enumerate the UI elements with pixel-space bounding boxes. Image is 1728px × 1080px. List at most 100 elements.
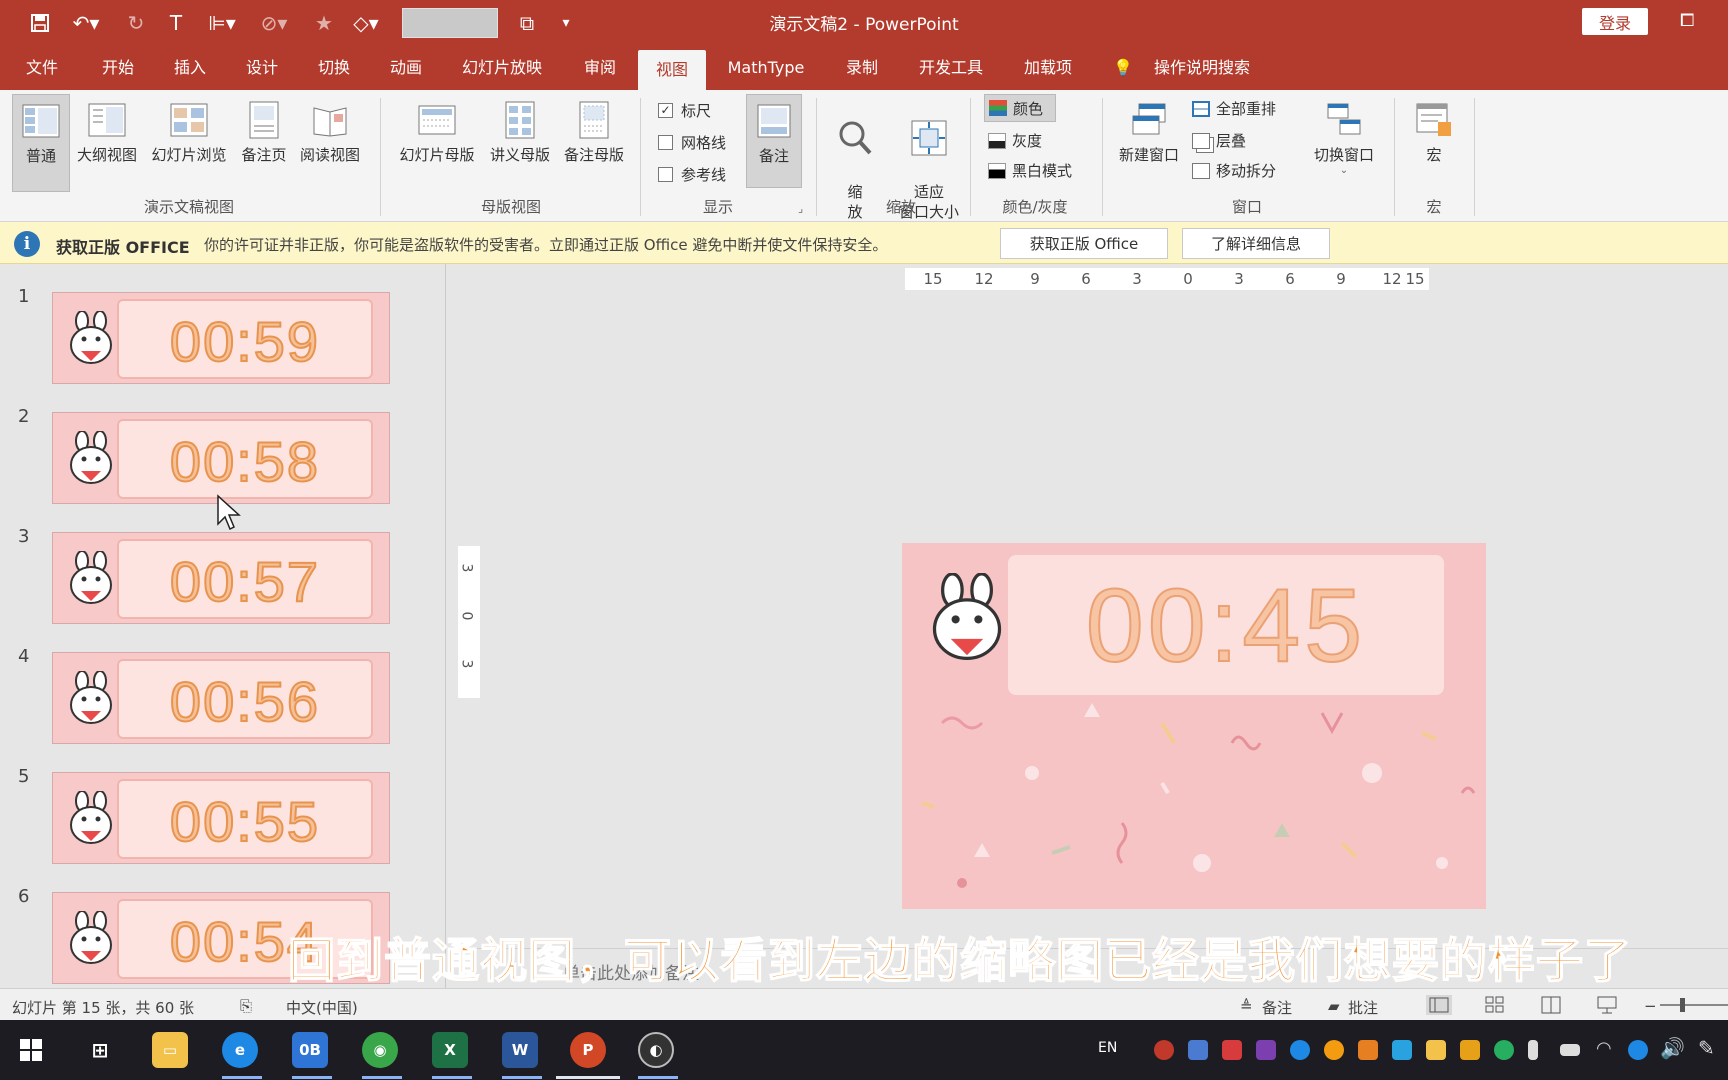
shield-tray-icon[interactable] — [1460, 1040, 1480, 1060]
outline-view-button[interactable]: 大纲视图 — [72, 94, 142, 192]
tab-view[interactable]: 视图 — [638, 50, 706, 90]
tab-mathtype[interactable]: MathType — [716, 46, 816, 90]
black-white-button[interactable]: 黑白模式 — [988, 160, 1072, 181]
cascade-button[interactable]: 层叠 — [1192, 130, 1246, 151]
zoom-out-icon[interactable]: − — [1644, 997, 1657, 1015]
zoom-button[interactable]: 缩 放 — [828, 94, 882, 221]
tab-developer[interactable]: 开发工具 — [908, 46, 994, 90]
chrome-icon[interactable]: ◉ — [362, 1032, 398, 1068]
learn-more-button[interactable]: 了解详细信息 — [1182, 228, 1330, 259]
network-tray-icon[interactable] — [1494, 1040, 1514, 1060]
tray-app-icon[interactable] — [1392, 1040, 1412, 1060]
slide-editing-area[interactable]: 15 12 9 6 3 0 3 6 9 12 15 3 0 3 00:45 单击… — [447, 264, 1728, 988]
obs-icon[interactable]: ◐ — [638, 1032, 674, 1068]
switch-windows-button[interactable]: 切换窗口 ⌄ — [1306, 94, 1382, 192]
restore-window-icon[interactable]: ⧠ — [1680, 10, 1694, 31]
zoom-slider[interactable] — [1660, 1004, 1728, 1006]
tab-design[interactable]: 设计 — [232, 46, 292, 90]
tray-app-icon[interactable] — [1188, 1040, 1208, 1060]
login-button[interactable]: 登录 — [1582, 8, 1648, 35]
reading-view-status-icon[interactable] — [1538, 995, 1564, 1015]
tab-insert[interactable]: 插入 — [160, 46, 220, 90]
tray-app-icon[interactable] — [1290, 1040, 1310, 1060]
macros-button[interactable]: 宏 — [1404, 94, 1464, 192]
comment-icon[interactable]: ▰ — [1328, 997, 1340, 1015]
color-button[interactable]: 颜色 — [984, 94, 1056, 122]
excel-icon[interactable]: X — [432, 1032, 468, 1068]
tab-file[interactable]: 文件 — [14, 46, 70, 90]
normal-view-button[interactable]: 普通 — [12, 94, 70, 192]
notes-page-button[interactable]: 备注页 — [236, 94, 292, 192]
slide-thumbnails-pane[interactable]: 1 00:59 2 00:58 3 00:57 4 00:56 5 00:55 … — [0, 264, 446, 988]
battery-icon[interactable] — [1560, 1044, 1580, 1056]
pen-icon[interactable]: ✎ — [1698, 1036, 1715, 1060]
accessibility-icon[interactable]: ⎘ — [240, 997, 252, 1015]
zoom-slider-thumb[interactable] — [1680, 998, 1685, 1012]
comments-status-button[interactable]: 批注 — [1348, 997, 1378, 1018]
slide-master-button[interactable]: 幻灯片母版 — [392, 94, 482, 192]
lightbulb-icon[interactable]: 💡 — [1108, 46, 1138, 90]
slide-thumbnail-2[interactable]: 00:58 — [52, 412, 390, 504]
new-window-button[interactable]: 新建窗口 — [1112, 94, 1186, 192]
normal-view-status-icon[interactable] — [1426, 995, 1452, 1015]
slide-thumbnail-5[interactable]: 00:55 — [52, 772, 390, 864]
file-explorer-icon[interactable]: ▭ — [152, 1032, 188, 1068]
notes-toggle-button[interactable]: 备注 — [746, 94, 802, 188]
tab-transitions[interactable]: 切换 — [304, 46, 364, 90]
windows-start-icon[interactable] — [20, 1039, 42, 1061]
volume-icon[interactable]: 🔊 — [1660, 1036, 1685, 1060]
dialog-launcher-icon[interactable]: ⌟ — [798, 202, 803, 215]
word-icon[interactable]: W — [502, 1032, 538, 1068]
notes-status-button[interactable]: 备注 — [1262, 997, 1292, 1018]
edge-browser-icon[interactable]: e — [222, 1032, 258, 1068]
tab-addins[interactable]: 加载项 — [1012, 46, 1084, 90]
fit-to-window-button[interactable]: 适应 窗口大小 — [884, 94, 974, 221]
outline-view-icon — [88, 103, 126, 137]
tray-app-icon[interactable] — [1358, 1040, 1378, 1060]
group-divider — [640, 98, 641, 216]
task-view-icon[interactable]: ⊞ — [82, 1032, 118, 1068]
search-tray-icon[interactable] — [1324, 1040, 1344, 1060]
slide-sorter-button[interactable]: 幻灯片浏览 — [144, 94, 234, 192]
folder-tray-icon[interactable] — [1426, 1040, 1446, 1060]
powerpoint-icon[interactable]: P — [570, 1032, 606, 1068]
move-split-button[interactable]: 移动拆分 — [1192, 160, 1276, 181]
arrange-all-button[interactable]: 全部重排 — [1192, 98, 1276, 119]
onenote-tray-icon[interactable] — [1256, 1040, 1276, 1060]
reading-view-button[interactable]: 阅读视图 — [294, 94, 366, 192]
ruler-checkbox[interactable]: ✓ 标尺 — [658, 100, 711, 121]
microphone-icon[interactable] — [1528, 1040, 1538, 1060]
tab-animations[interactable]: 动画 — [376, 46, 436, 90]
tab-home[interactable]: 开始 — [88, 46, 148, 90]
input-language[interactable]: EN — [1098, 1040, 1117, 1056]
slideshow-status-icon[interactable] — [1594, 995, 1620, 1015]
wifi-icon[interactable]: ◠ — [1596, 1038, 1612, 1059]
tab-slideshow[interactable]: 幻灯片放映 — [452, 46, 552, 90]
grayscale-icon — [988, 132, 1006, 149]
bluetooth-icon[interactable] — [1628, 1040, 1648, 1060]
slide-sorter-status-icon[interactable] — [1482, 995, 1508, 1015]
slide-thumbnail-1[interactable]: 00:59 — [52, 292, 390, 384]
notes-master-button[interactable]: 备注母版 — [558, 94, 630, 192]
get-genuine-office-button[interactable]: 获取正版 Office — [1000, 228, 1168, 259]
status-bar: 幻灯片 第 15 张，共 60 张 ⎘ 中文(中国) ≜ 备注 ▰ 批注 − — [0, 988, 1728, 1020]
language-indicator[interactable]: 中文(中国) — [286, 997, 358, 1018]
slide-timer-text[interactable]: 00:45 — [1008, 567, 1444, 686]
fit-window-icon — [911, 120, 947, 156]
outlook-icon[interactable]: 0B — [292, 1032, 328, 1068]
grayscale-button[interactable]: 灰度 — [988, 130, 1042, 151]
ruler-tick: 9 — [1030, 270, 1040, 288]
guides-checkbox[interactable]: 参考线 — [658, 164, 726, 185]
tab-review[interactable]: 审阅 — [568, 46, 632, 90]
gridlines-checkbox[interactable]: 网格线 — [658, 132, 726, 153]
handout-master-button[interactable]: 讲义母版 — [484, 94, 556, 192]
slide-thumbnail-3[interactable]: 00:57 — [52, 532, 390, 624]
tray-app-icon[interactable] — [1154, 1040, 1174, 1060]
current-slide[interactable]: 00:45 — [902, 543, 1486, 909]
tell-me-search[interactable]: 操作说明搜索 — [1146, 46, 1258, 90]
notes-status-icon[interactable]: ≜ — [1240, 997, 1253, 1015]
tray-app-icon[interactable] — [1222, 1040, 1242, 1060]
timer-box[interactable]: 00:45 — [1008, 555, 1444, 695]
slide-thumbnail-4[interactable]: 00:56 — [52, 652, 390, 744]
tab-record[interactable]: 录制 — [834, 46, 890, 90]
